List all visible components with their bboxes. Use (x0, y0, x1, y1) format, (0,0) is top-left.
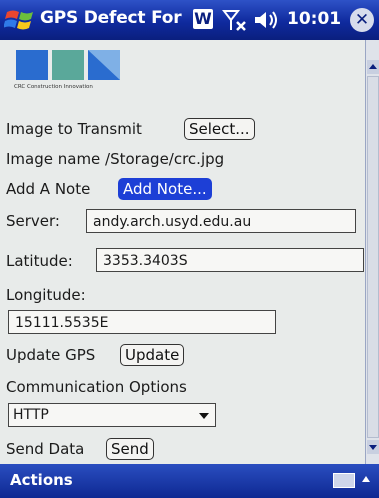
windows-start-icon[interactable] (4, 6, 36, 34)
word-app-icon[interactable]: W (193, 9, 213, 29)
add-note-button[interactable]: Add Note... (118, 178, 212, 200)
latitude-input[interactable]: 3353.3403S (96, 248, 364, 272)
window-title: GPS Defect For (40, 8, 182, 28)
arrow-down-icon (369, 445, 377, 450)
clock[interactable]: 10:01 (287, 9, 341, 29)
longitude-input[interactable]: 15111.5535E (8, 310, 276, 334)
input-panel-arrow-icon[interactable] (362, 476, 370, 482)
protocol-select[interactable]: HTTP (8, 403, 216, 427)
scroll-up-button[interactable] (367, 60, 379, 74)
image-to-transmit-label: Image to Transmit (6, 120, 142, 138)
vertical-scrollbar[interactable] (365, 40, 379, 464)
keyboard-icon[interactable] (333, 473, 355, 488)
add-note-label: Add A Note (6, 180, 91, 198)
update-button[interactable]: Update (120, 344, 185, 366)
arrow-up-icon (369, 64, 377, 69)
select-button[interactable]: Select... (184, 118, 255, 140)
send-data-label: Send Data (6, 440, 85, 458)
protocol-selected-value: HTTP (13, 407, 49, 423)
logo-caption: CRC Construction Innovation (14, 84, 93, 90)
update-gps-label: Update GPS (6, 346, 96, 364)
server-input[interactable]: andy.arch.usyd.edu.au (86, 209, 356, 233)
close-button[interactable]: ✕ (350, 8, 374, 32)
signal-icon[interactable] (222, 8, 248, 32)
actions-menu[interactable]: Actions (10, 471, 73, 489)
image-name-label: Image name /Storage/crc.jpg (6, 150, 225, 168)
latitude-label: Latitude: (6, 252, 73, 270)
chevron-down-icon (199, 413, 209, 419)
menu-bar: Actions (0, 464, 379, 498)
server-label: Server: (6, 212, 60, 230)
communication-options-label: Communication Options (6, 378, 187, 396)
volume-icon[interactable] (252, 8, 280, 32)
longitude-label: Longitude: (6, 286, 86, 304)
send-button[interactable]: Send (106, 438, 154, 460)
scrollbar-thumb[interactable] (367, 76, 379, 438)
scroll-down-button[interactable] (367, 440, 379, 454)
form-content: CRC Construction Innovation Image to Tra… (0, 40, 364, 464)
title-bar: GPS Defect For W 10:01 ✕ (0, 0, 379, 40)
crc-logo (16, 50, 120, 80)
